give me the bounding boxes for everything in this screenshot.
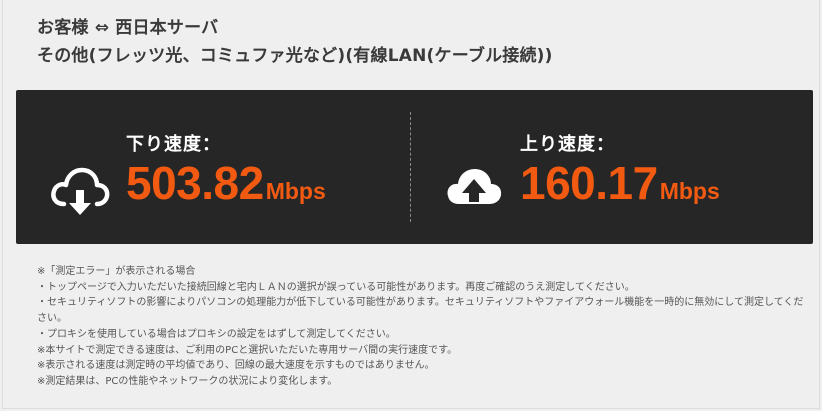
page-title: お客様 ⇔ 西日本サーバ その他(フレッツ光、コミュファ光など)(有線LAN(ケ…	[37, 14, 553, 70]
connection-route: お客様 ⇔ 西日本サーバ	[37, 18, 219, 38]
download-speed-value: 503.82	[126, 157, 264, 209]
note-line: ※本サイトで測定できる速度は、ご利用のPCと選択いただいた専用サーバ間の実行速度…	[37, 344, 458, 356]
cloud-download-icon	[51, 167, 110, 215]
upload-label: 上り速度：	[520, 134, 615, 155]
download-result: 下り速度： 503.82Mbps	[50, 90, 390, 244]
result-divider	[410, 112, 411, 222]
speed-result-panel: 下り速度： 503.82Mbps 上り速度： 160.17Mbps	[16, 90, 813, 244]
result-frame: お客様 ⇔ 西日本サーバ その他(フレッツ光、コミュファ光など)(有線LAN(ケ…	[2, 0, 820, 409]
upload-speed: 160.17Mbps	[520, 156, 720, 210]
upload-result: 上り速度： 160.17Mbps	[444, 90, 784, 244]
download-speed-unit: Mbps	[265, 178, 326, 204]
note-line: ・プロキシを使用している場合はプロキシの設定をはずして測定してください。	[37, 328, 396, 340]
measurement-notes: ※「測定エラー」が表示される場合 ・トップページで入力いただいた接続回線と宅内Ｌ…	[37, 264, 813, 390]
note-line: ※「測定エラー」が表示される場合	[37, 266, 196, 277]
download-label: 下り速度：	[126, 134, 221, 155]
upload-speed-unit: Mbps	[659, 178, 720, 204]
cloud-upload-icon	[447, 169, 502, 204]
connection-type: その他(フレッツ光、コミュファ光など)(有線LAN(ケーブル接続))	[37, 46, 553, 66]
note-line: ※測定結果は、PCの性能やネットワークの状況により変化します。	[37, 375, 338, 387]
note-line: ・セキュリティソフトの影響によりパソコンの処理能力が低下している可能性があります…	[37, 297, 804, 325]
note-line: ・トップページで入力いただいた接続回線と宅内ＬＡＮの選択が誤っている可能性があり…	[37, 281, 635, 293]
download-speed: 503.82Mbps	[126, 156, 326, 210]
note-line: ※表示される速度は測定時の平均値であり、回線の最大速度を示すものではありません。	[37, 360, 435, 372]
upload-speed-value: 160.17	[520, 157, 658, 209]
